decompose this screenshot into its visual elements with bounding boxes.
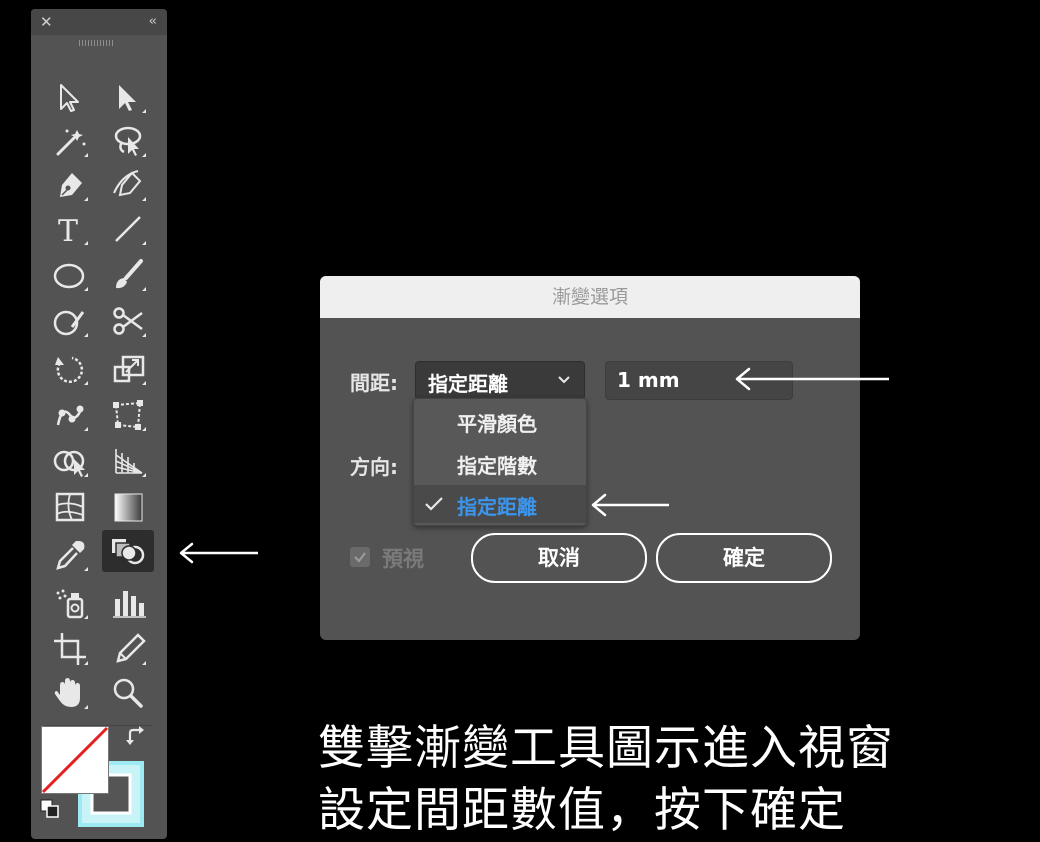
annotation-arrow-distance	[735, 367, 889, 391]
spacing-dropdown-menu: 平滑顏色 指定階數 指定距離	[413, 398, 587, 526]
menu-item-specified-distance[interactable]: 指定距離	[414, 485, 586, 523]
spacing-select[interactable]: 指定距離	[415, 361, 585, 400]
symbol-sprayer-icon[interactable]	[50, 583, 90, 623]
scissors-icon[interactable]	[108, 301, 148, 341]
cancel-button[interactable]: 取消	[471, 533, 647, 583]
free-transform-icon[interactable]	[108, 395, 148, 435]
checkmark-icon	[354, 552, 366, 563]
tools-panel-header: ✕ ‹‹	[31, 9, 167, 35]
scale-icon[interactable]	[108, 349, 148, 389]
mesh-icon[interactable]	[50, 487, 90, 527]
zoom-icon[interactable]	[108, 673, 148, 713]
ellipse-icon[interactable]	[50, 255, 90, 295]
selection-arrow-icon[interactable]	[50, 77, 90, 117]
close-icon[interactable]: ✕	[40, 13, 53, 31]
menu-item-label: 指定階數	[457, 454, 537, 478]
orientation-label: 方向:	[350, 455, 398, 479]
slice-icon[interactable]	[108, 629, 148, 669]
artboard-icon[interactable]	[50, 629, 90, 669]
line-segment-icon[interactable]	[108, 209, 148, 249]
paintbrush-icon[interactable]	[108, 255, 148, 295]
curvature-pen-icon[interactable]	[108, 165, 148, 205]
panel-grip[interactable]	[79, 40, 115, 46]
preview-label: 預視	[382, 547, 424, 571]
shaper-icon[interactable]	[50, 301, 90, 341]
lasso-icon[interactable]	[108, 121, 148, 161]
magic-wand-icon[interactable]	[50, 121, 90, 161]
caption-line-2: 設定間距數值，按下確定	[318, 783, 846, 838]
direct-selection-arrow-icon[interactable]	[108, 77, 148, 117]
column-graph-icon[interactable]	[108, 583, 148, 623]
distance-input-value: 1 mm	[617, 368, 680, 392]
menu-item-label: 指定距離	[457, 495, 537, 519]
rotate-icon[interactable]	[50, 349, 90, 389]
type-icon[interactable]: T	[50, 209, 90, 249]
blend-tool[interactable]	[102, 530, 154, 572]
annotation-arrow-blend-tool	[179, 542, 258, 564]
svg-text:T: T	[58, 214, 78, 249]
collapse-panel-icon[interactable]: ‹‹	[149, 14, 158, 29]
menu-item-smooth-color[interactable]: 平滑顏色	[414, 402, 586, 440]
eyedropper-icon[interactable]	[50, 535, 90, 575]
hand-icon[interactable]	[50, 673, 90, 713]
tools-panel: ✕ ‹‹ T	[31, 9, 167, 839]
spacing-label: 間距:	[350, 371, 398, 395]
default-fill-stroke-icon[interactable]	[40, 799, 60, 819]
gradient-icon[interactable]	[108, 487, 148, 527]
puppet-warp-icon[interactable]	[50, 395, 90, 435]
pen-icon[interactable]	[50, 165, 90, 205]
shape-builder-icon[interactable]	[50, 441, 90, 481]
blend-options-dialog: 漸變選項 間距: 指定距離 1 mm 方向: 平滑顏色 指定階數 指定距離 預視…	[320, 276, 860, 640]
chevron-down-icon	[558, 376, 570, 384]
caption-line-1: 雙擊漸變工具圖示進入視窗	[318, 721, 894, 776]
dialog-title: 漸變選項	[320, 276, 860, 318]
menu-item-label: 平滑顏色	[457, 412, 537, 436]
swap-fill-stroke-icon[interactable]	[125, 725, 149, 749]
preview-checkbox[interactable]	[350, 547, 370, 567]
ok-button[interactable]: 確定	[656, 533, 832, 583]
fill-color-swatch[interactable]	[41, 726, 109, 794]
perspective-grid-icon[interactable]	[108, 441, 148, 481]
annotation-arrow-specified-distance	[591, 493, 669, 517]
spacing-select-value: 指定距離	[428, 372, 508, 396]
menu-item-specified-steps[interactable]: 指定階數	[414, 444, 586, 482]
blend-icon	[112, 539, 145, 565]
checkmark-icon	[425, 497, 443, 511]
instruction-caption: 雙擊漸變工具圖示進入視窗 設定間距數值，按下確定	[318, 718, 1038, 842]
